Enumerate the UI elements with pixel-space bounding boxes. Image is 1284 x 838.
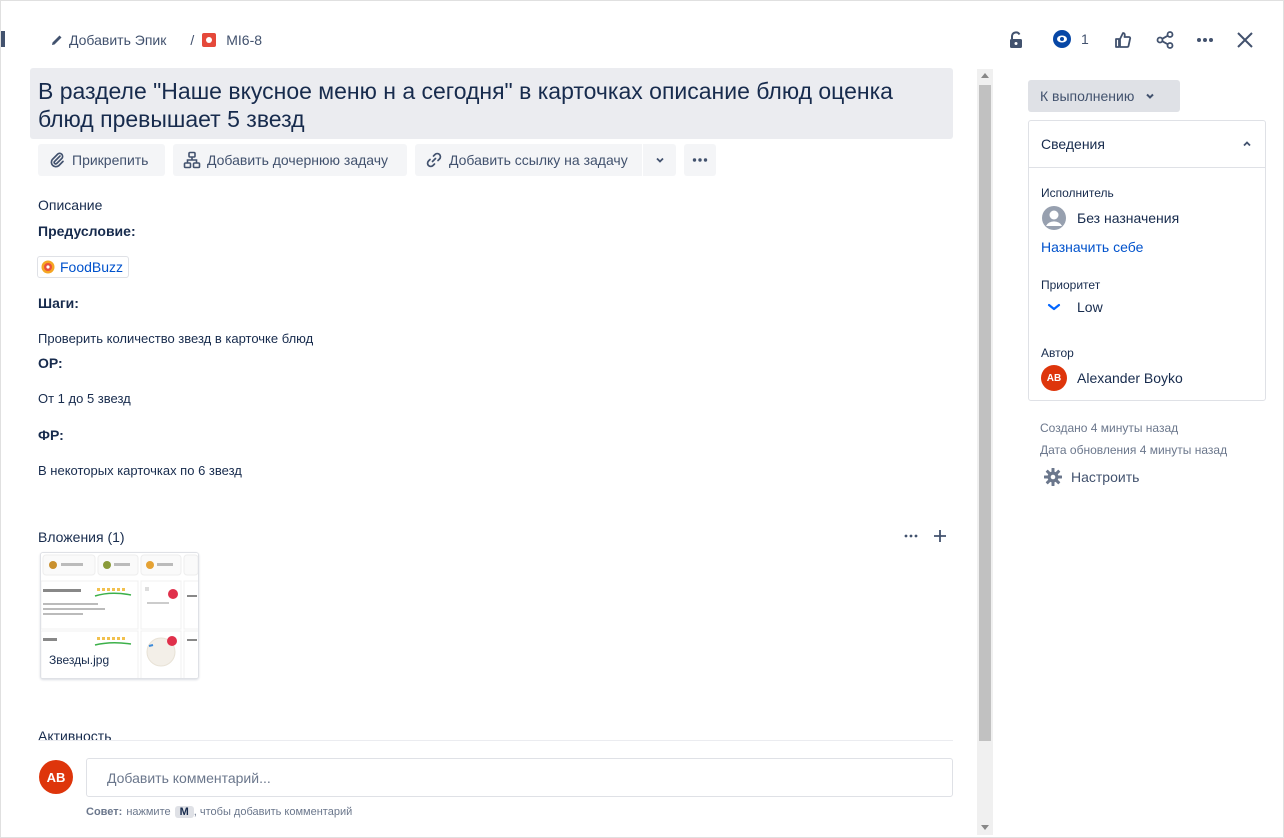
issue-key-link[interactable]: MI6-8 bbox=[226, 32, 262, 48]
chevron-down-icon bbox=[1144, 90, 1156, 102]
priority-value: Low bbox=[1077, 299, 1103, 315]
bug-icon bbox=[202, 33, 217, 47]
configure-label: Настроить bbox=[1071, 469, 1140, 485]
more-icon[interactable] bbox=[1193, 28, 1217, 52]
attachment-filename: Звезды.jpg bbox=[49, 653, 110, 667]
add-child-label: Добавить дочернюю задачу bbox=[207, 152, 389, 168]
unassigned-avatar-icon bbox=[1041, 205, 1067, 231]
comment-tip: Совет: нажмите M , чтобы добавить коммен… bbox=[86, 806, 352, 818]
scrollbar[interactable] bbox=[977, 69, 993, 835]
assignee-label: Исполнитель bbox=[1041, 186, 1114, 200]
priority-field[interactable]: Low bbox=[1041, 299, 1103, 315]
gear-icon bbox=[1043, 467, 1063, 487]
details-header[interactable]: Сведения bbox=[1029, 121, 1265, 168]
issue-modal: Добавить Эпик / MI6-8 1 В разделе "Наше … bbox=[0, 0, 1284, 838]
actual-text: В некоторых карточках по 6 звезд bbox=[38, 463, 242, 478]
actual-label: ФР: bbox=[38, 427, 64, 443]
details-panel: Сведения Исполнитель Без назначения Назн… bbox=[1028, 120, 1266, 401]
background-edge bbox=[1, 31, 5, 47]
description-heading: Описание bbox=[38, 197, 103, 213]
lock-icon[interactable] bbox=[1004, 28, 1028, 52]
add-child-issue-button[interactable]: Добавить дочернюю задачу bbox=[173, 144, 407, 176]
attachments-more-icon[interactable] bbox=[903, 528, 919, 544]
chevron-up-icon bbox=[1241, 138, 1253, 150]
created-date: Создано 4 минуты назад bbox=[1040, 421, 1179, 435]
reporter-avatar: AB bbox=[1041, 365, 1067, 391]
priority-low-icon bbox=[1041, 302, 1067, 312]
reporter-field[interactable]: AB Alexander Boyko bbox=[1041, 365, 1183, 391]
tip-middle: нажмите bbox=[126, 806, 171, 818]
chevron-down-icon bbox=[654, 154, 666, 166]
scroll-down-arrow-icon[interactable] bbox=[981, 825, 989, 830]
add-attachment-icon[interactable] bbox=[932, 528, 948, 544]
foodbuzz-link[interactable]: FoodBuzz bbox=[37, 256, 130, 278]
status-dropdown[interactable]: К выполнению bbox=[1028, 80, 1180, 112]
configure-button[interactable]: Настроить bbox=[1043, 467, 1139, 487]
attach-button[interactable]: Прикрепить bbox=[38, 144, 165, 176]
expected-label: ОР: bbox=[38, 355, 63, 371]
priority-label: Приоритет bbox=[1041, 278, 1101, 292]
comment-input[interactable]: Добавить комментарий... bbox=[86, 758, 953, 797]
details-heading: Сведения bbox=[1041, 136, 1105, 152]
steps-text: Проверить количество звезд в карточке бл… bbox=[38, 331, 314, 346]
share-icon[interactable] bbox=[1153, 28, 1177, 52]
breadcrumb-separator: / bbox=[190, 32, 195, 48]
assignee-value: Без назначения bbox=[1077, 210, 1180, 226]
comment-placeholder: Добавить комментарий... bbox=[107, 769, 271, 786]
scroll-thumb[interactable] bbox=[979, 85, 991, 741]
attach-label: Прикрепить bbox=[72, 152, 149, 168]
close-icon[interactable] bbox=[1233, 28, 1257, 52]
tip-key: M bbox=[174, 806, 194, 818]
more-actions-button[interactable] bbox=[684, 144, 716, 176]
attachments-heading: Вложения (1) bbox=[38, 529, 125, 545]
assign-to-me-link[interactable]: Назначить себе bbox=[1041, 239, 1143, 255]
watchers-button[interactable]: 1 bbox=[1051, 28, 1089, 50]
watchers-count: 1 bbox=[1081, 31, 1089, 47]
thumbs-up-icon[interactable] bbox=[1111, 28, 1135, 52]
steps-label: Шаги: bbox=[38, 295, 79, 311]
issue-summary[interactable]: В разделе "Наше вкусное меню н а сегодня… bbox=[30, 68, 953, 139]
attachment-thumbnail[interactable]: Звезды.jpg bbox=[40, 552, 199, 679]
add-issue-link-button[interactable]: Добавить ссылку на задачу bbox=[415, 144, 642, 176]
link-icon bbox=[425, 151, 443, 169]
reporter-label: Автор bbox=[1041, 346, 1074, 360]
paperclip-icon bbox=[48, 151, 66, 169]
precondition-label: Предусловие: bbox=[38, 223, 136, 239]
add-epic-link[interactable]: Добавить Эпик bbox=[69, 32, 166, 48]
activity-heading: Активность bbox=[38, 728, 112, 740]
tip-suffix: , чтобы добавить комментарий bbox=[193, 806, 353, 818]
reporter-name: Alexander Boyko bbox=[1077, 370, 1183, 386]
updated-date: Дата обновления 4 минуты назад bbox=[1040, 443, 1228, 457]
foodbuzz-label: FoodBuzz bbox=[60, 259, 124, 275]
more-icon bbox=[691, 151, 709, 169]
status-label: К выполнению bbox=[1040, 88, 1135, 104]
pencil-icon bbox=[51, 34, 63, 46]
add-link-label: Добавить ссылку на задачу bbox=[449, 152, 628, 168]
avatar: AB bbox=[39, 760, 73, 794]
hierarchy-icon bbox=[183, 151, 201, 169]
eye-icon bbox=[1051, 28, 1073, 50]
expected-text: От 1 до 5 звезд bbox=[38, 391, 131, 406]
link-dropdown-button[interactable] bbox=[643, 144, 676, 176]
tip-prefix: Совет: bbox=[86, 806, 123, 818]
activity-divider bbox=[38, 740, 953, 741]
scroll-up-arrow-icon[interactable] bbox=[981, 73, 989, 78]
assignee-field[interactable]: Без назначения bbox=[1041, 205, 1179, 231]
favicon-icon bbox=[41, 260, 55, 274]
breadcrumb: Добавить Эпик / MI6-8 bbox=[51, 32, 262, 48]
